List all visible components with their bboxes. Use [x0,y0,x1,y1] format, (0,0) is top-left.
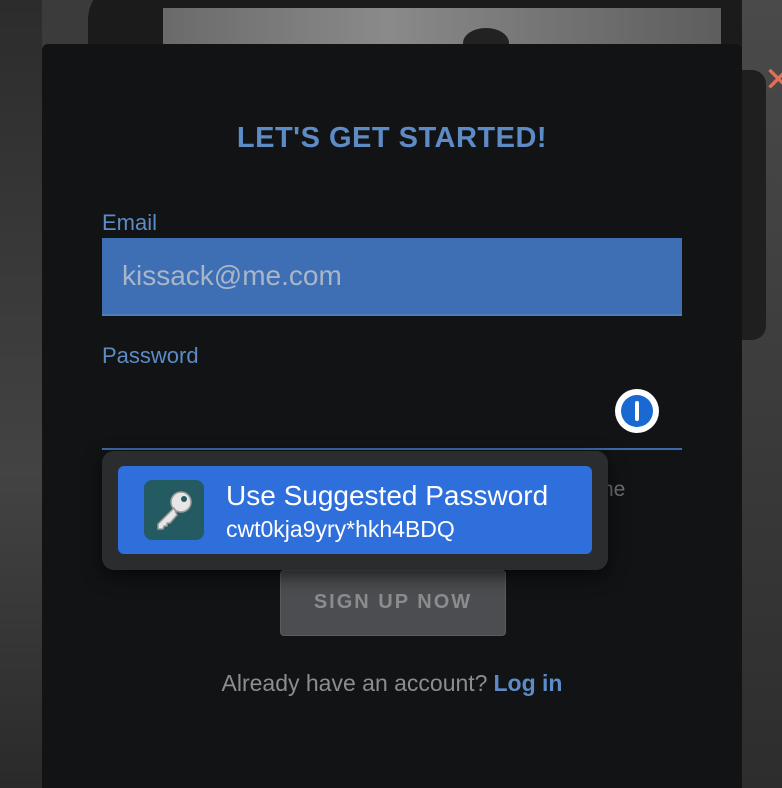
1password-icon[interactable] [615,389,659,433]
login-prompt: Already have an account? Log in [42,670,742,697]
login-link[interactable]: Log in [493,670,562,696]
use-suggested-password-button[interactable]: Use Suggested Password cwt0kja9yry*hkh4B… [118,466,592,554]
email-field[interactable] [102,238,682,316]
password-suggestion-popup: Use Suggested Password cwt0kja9yry*hkh4B… [102,451,608,570]
password-field[interactable] [102,374,682,450]
background-page-bar [742,70,766,340]
password-label: Password [102,343,199,368]
suggested-password: cwt0kja9yry*hkh4BDQ [226,516,455,542]
background-page-left [0,0,42,788]
key-icon [144,480,204,540]
background-image [163,8,721,58]
modal-title: LET'S GET STARTED! [236,122,548,154]
signup-modal: LET'S GET STARTED! Email Password he SIG… [42,44,742,788]
email-label: Email [102,210,158,235]
sign-up-button[interactable]: SIGN UP NOW [280,570,506,636]
login-prompt-text: Already have an account? [221,670,488,696]
suggestion-title: Use Suggested Password [226,480,549,511]
close-icon[interactable]: ✕ [764,60,782,100]
